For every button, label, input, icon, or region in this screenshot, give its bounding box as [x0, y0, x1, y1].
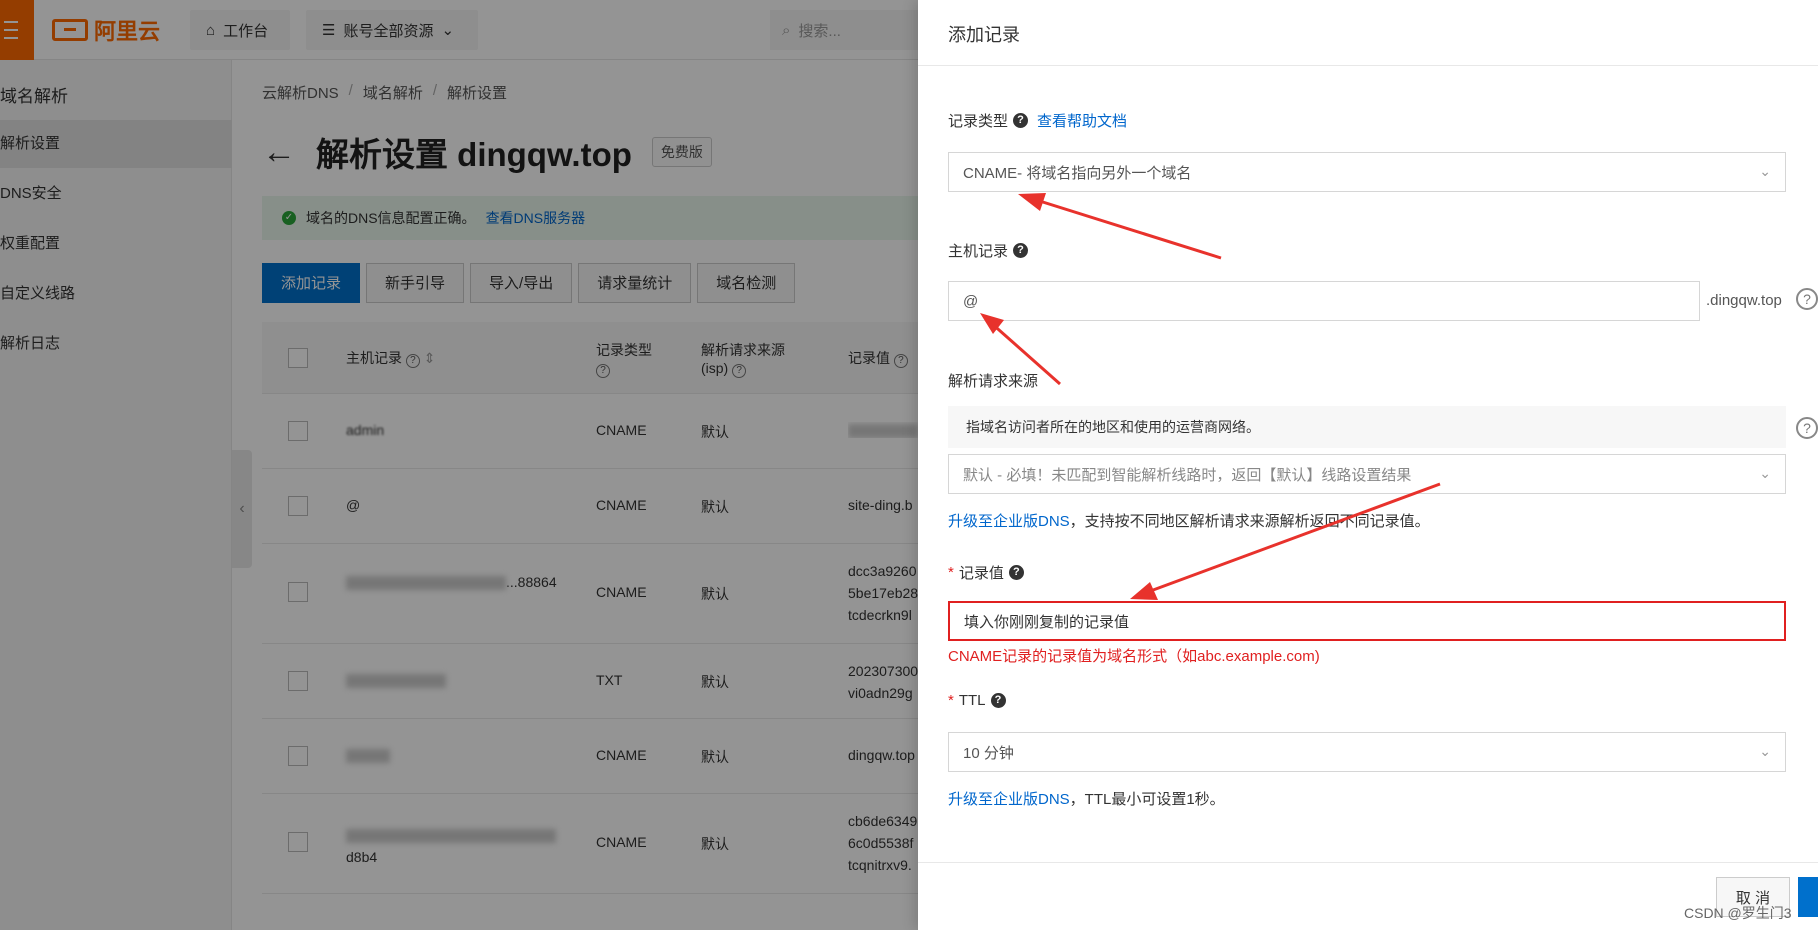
record-type-select[interactable]: CNAME- 将域名指向另外一个域名 ⌄: [948, 152, 1786, 192]
record-type-label-text: 记录类型: [948, 113, 1009, 130]
help-icon[interactable]: ?: [1008, 565, 1024, 580]
source-upgrade-text: ，支持按不同地区解析请求来源解析返回不同记录值。: [1069, 513, 1430, 530]
help-icon[interactable]: ?: [1013, 243, 1029, 258]
required-mark: *: [948, 692, 954, 709]
domain-suffix: .dingqw.top: [1706, 292, 1782, 309]
help-docs-link[interactable]: 查看帮助文档: [1037, 110, 1127, 131]
host-record-label: 主机记录 ?: [948, 240, 1029, 261]
host-record-input[interactable]: @: [948, 281, 1700, 321]
question-circle-icon[interactable]: ?: [1796, 417, 1818, 439]
drawer-title: 添加记录: [948, 25, 1020, 45]
record-type-value: CNAME- 将域名指向另外一个域名: [963, 164, 1192, 182]
modal-backdrop[interactable]: [0, 0, 918, 930]
chevron-down-icon: ⌄: [1759, 743, 1771, 759]
host-record-label-text: 主机记录: [948, 243, 1009, 260]
help-icon[interactable]: ?: [990, 693, 1006, 708]
ttl-label-text: TTL: [958, 692, 986, 709]
ttl-upgrade-text: ，TTL最小可设置1秒。: [1069, 791, 1225, 808]
upgrade-enterprise-link[interactable]: 升级至企业版DNS: [948, 513, 1070, 530]
source-value: 默认 - 必填！未匹配到智能解析线路时，返回【默认】线路设置结果: [963, 466, 1412, 484]
record-value-label: * 记录值 ?: [948, 562, 1024, 583]
chevron-down-icon: ⌄: [1759, 163, 1771, 179]
ttl-label: * TTL ?: [948, 692, 1006, 709]
record-value-error: CNAME记录的记录值为域名形式（如abc.example.com): [948, 648, 1320, 665]
upgrade-enterprise-link[interactable]: 升级至企业版DNS: [948, 791, 1070, 808]
ttl-value: 10 分钟: [963, 744, 1014, 762]
source-label: 解析请求来源: [948, 370, 1038, 391]
help-icon[interactable]: ?: [1013, 113, 1029, 128]
add-record-drawer: 添加记录 记录类型 ? 查看帮助文档 CNAME- 将域名指向另外一个域名 ⌄ …: [918, 0, 1818, 930]
source-label-text: 解析请求来源: [948, 373, 1039, 390]
host-record-value: @: [963, 292, 979, 310]
confirm-button[interactable]: [1798, 877, 1818, 917]
watermark: CSDN @罗生门3: [1684, 905, 1792, 921]
ttl-upgrade-hint: 升级至企业版DNS，TTL最小可设置1秒。: [948, 788, 1225, 809]
record-value-label-text: 记录值: [958, 565, 1004, 582]
record-value-input[interactable]: 填入你刚刚复制的记录值: [948, 601, 1786, 641]
source-upgrade-hint: 升级至企业版DNS，支持按不同地区解析请求来源解析返回不同记录值。: [948, 510, 1430, 531]
drawer-footer: 取 消: [918, 862, 1818, 930]
chevron-down-icon: ⌄: [1759, 465, 1771, 481]
source-select[interactable]: 默认 - 必填！未匹配到智能解析线路时，返回【默认】线路设置结果 ⌄: [948, 454, 1786, 494]
required-mark: *: [948, 564, 954, 581]
record-type-label: 记录类型 ? 查看帮助文档: [948, 110, 1127, 131]
drawer-header: 添加记录: [918, 0, 1818, 66]
source-description: 指域名访问者所在的地区和使用的运营商网络。: [948, 406, 1786, 448]
record-value-text: 填入你刚刚复制的记录值: [964, 613, 1130, 631]
question-circle-icon[interactable]: ?: [1796, 288, 1818, 310]
ttl-select[interactable]: 10 分钟 ⌄: [948, 732, 1786, 772]
